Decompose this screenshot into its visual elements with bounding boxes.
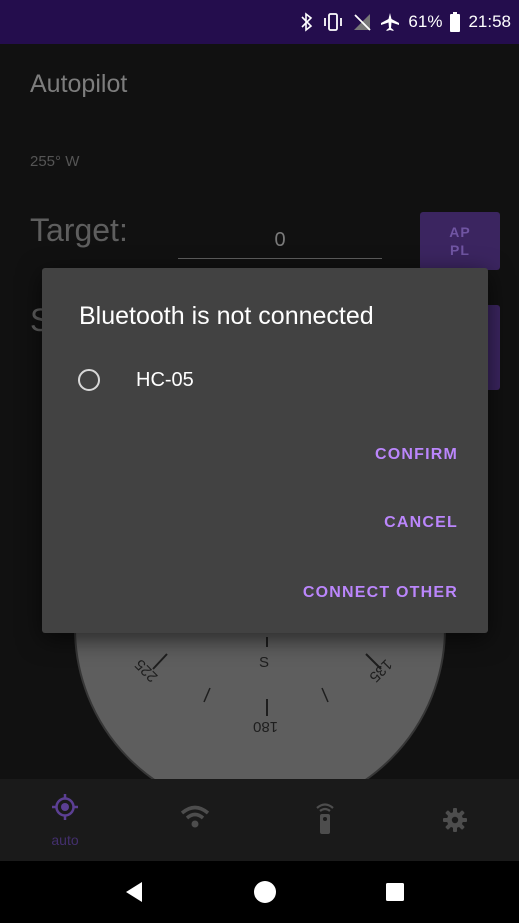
home-circle-icon[interactable] bbox=[250, 877, 280, 907]
autopilot-button[interactable]: AP PL bbox=[420, 212, 500, 270]
battery-icon bbox=[450, 12, 461, 32]
compass-mark-180: 180 bbox=[253, 718, 279, 735]
back-triangle-icon[interactable] bbox=[120, 877, 150, 907]
airplane-icon bbox=[380, 12, 400, 32]
app-title: Autopilot bbox=[30, 70, 128, 98]
bluetooth-dialog: Bluetooth is not connected HC-05 CONFIRM… bbox=[42, 268, 488, 633]
target-input[interactable] bbox=[178, 222, 382, 259]
bluetooth-icon bbox=[300, 12, 314, 32]
clock: 21:58 bbox=[468, 12, 511, 31]
connect-other-button[interactable]: CONNECT OTHER bbox=[303, 584, 458, 602]
app-screen: 61% 21:58 Autopilot 255° W Target: AP PL… bbox=[0, 0, 519, 923]
wifi-icon bbox=[180, 805, 210, 834]
target-label: Target: bbox=[30, 212, 128, 248]
device-option-label: HC-05 bbox=[136, 368, 194, 391]
gear-icon bbox=[442, 807, 468, 838]
compass-mark-s: S bbox=[259, 654, 270, 671]
nav-label-auto: auto bbox=[51, 832, 79, 848]
gps-target-icon bbox=[51, 793, 79, 826]
ap-button-line2: PL bbox=[450, 242, 470, 258]
radio-button-unchecked-icon[interactable] bbox=[78, 369, 100, 391]
status-bar: 61% 21:58 bbox=[0, 0, 519, 44]
cancel-button[interactable]: CANCEL bbox=[384, 514, 458, 532]
device-option-hc05[interactable]: HC-05 bbox=[78, 362, 378, 398]
confirm-button[interactable]: CONFIRM bbox=[375, 446, 458, 464]
nav-item-wifi[interactable] bbox=[130, 779, 260, 861]
ap-button-line1: AP bbox=[449, 224, 471, 240]
nav-item-auto[interactable]: auto bbox=[0, 779, 130, 861]
vibrate-icon bbox=[322, 12, 344, 32]
no-signal-icon bbox=[352, 12, 372, 32]
nav-item-remote[interactable] bbox=[260, 779, 390, 861]
nav-item-settings[interactable] bbox=[390, 779, 519, 861]
remote-control-icon bbox=[314, 801, 336, 840]
dialog-title: Bluetooth is not connected bbox=[79, 302, 374, 330]
bottom-navigation: auto bbox=[0, 779, 519, 861]
status-icons: 61% 21:58 bbox=[300, 0, 511, 44]
system-navigation-bar bbox=[0, 861, 519, 923]
recents-square-icon[interactable] bbox=[380, 877, 410, 907]
heading-readout: 255° W bbox=[30, 153, 80, 170]
battery-percent: 61% bbox=[408, 12, 443, 31]
